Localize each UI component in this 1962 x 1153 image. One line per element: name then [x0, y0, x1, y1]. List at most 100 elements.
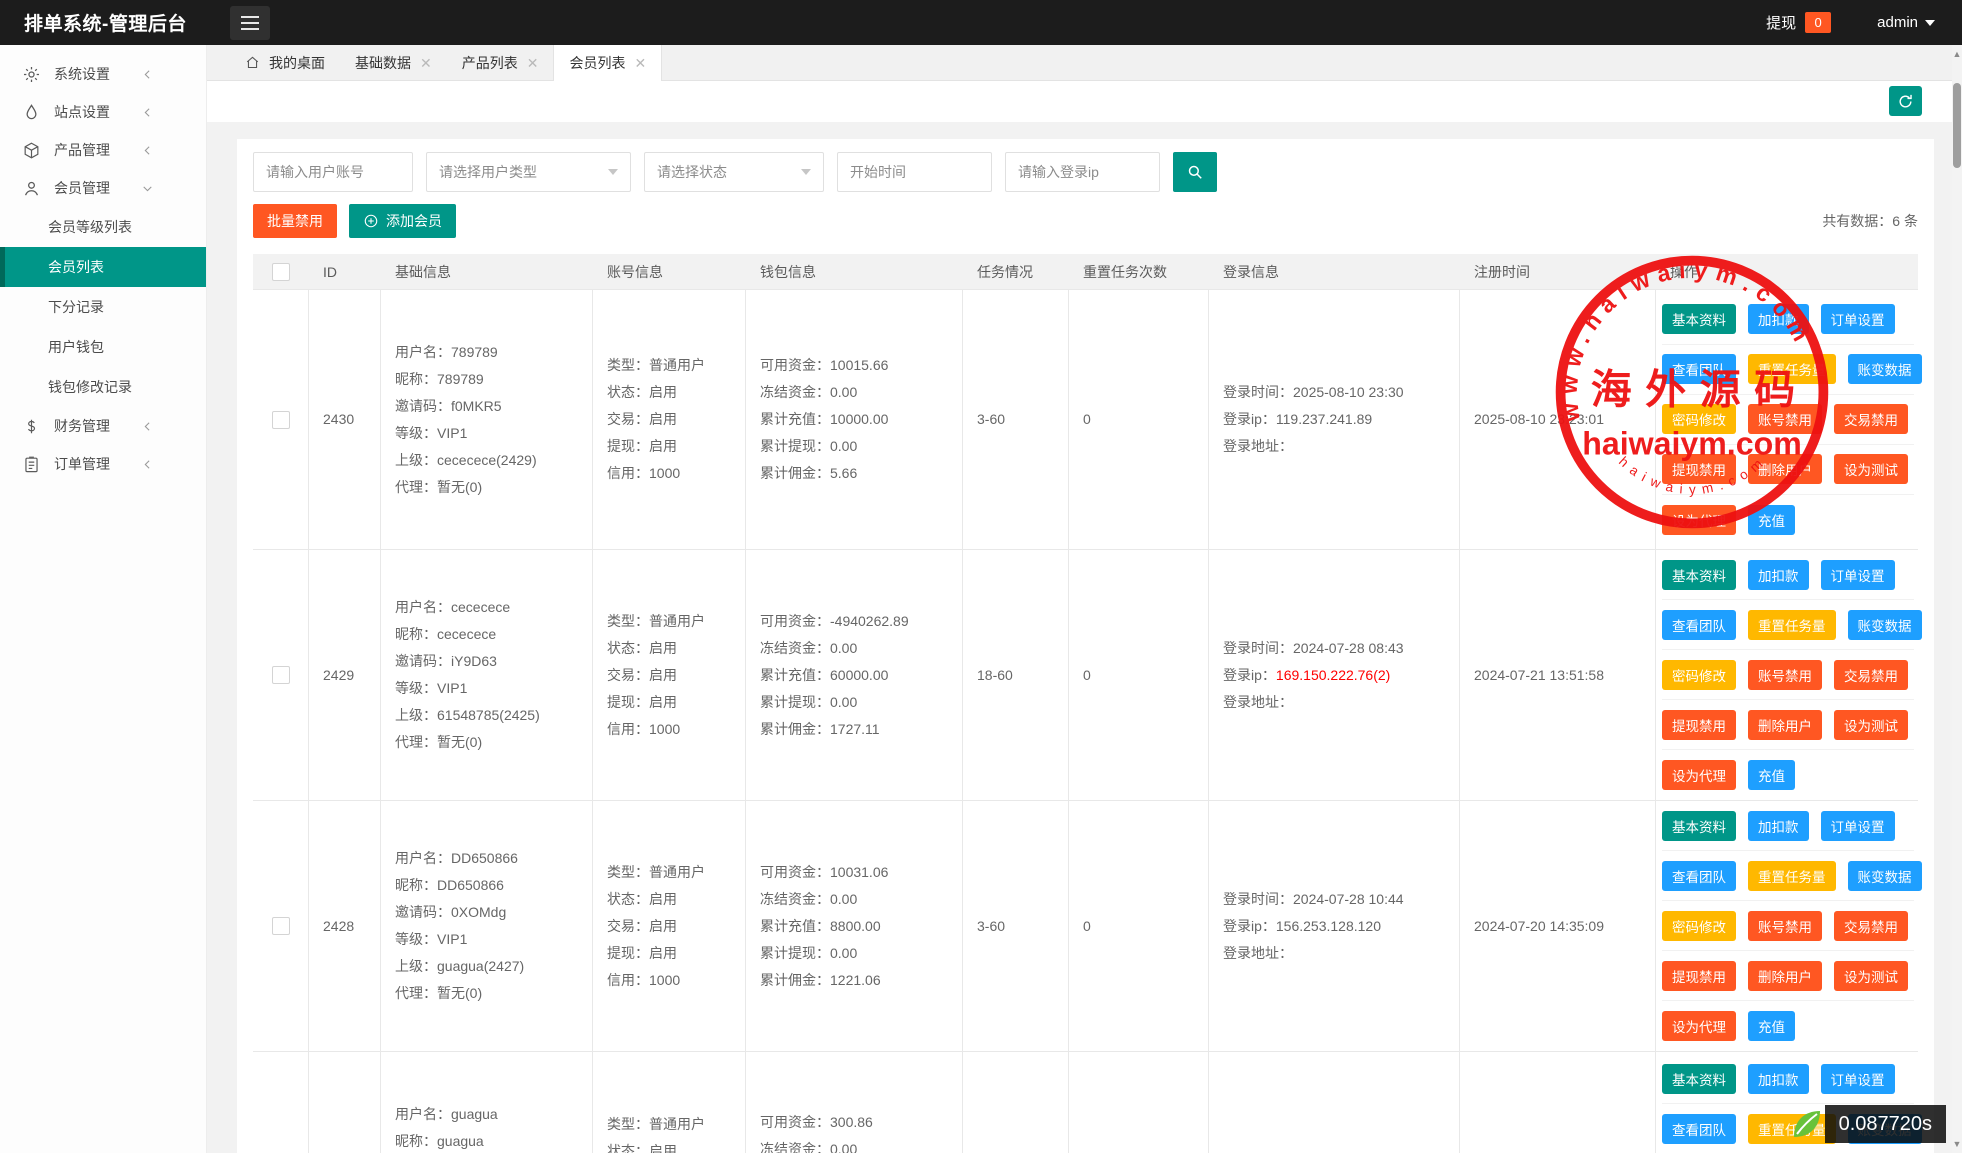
status-select[interactable]: 请选择状态 [644, 152, 824, 192]
reset-tasks-button[interactable]: 重置任务量 [1748, 861, 1836, 891]
set-agent-button[interactable]: 设为代理 [1662, 1011, 1736, 1041]
login-ip-input[interactable]: 请输入登录ip [1005, 152, 1160, 192]
disable-trade-button[interactable]: 交易禁用 [1834, 404, 1908, 434]
recharge-button[interactable]: 充值 [1748, 1011, 1795, 1041]
search-button[interactable] [1173, 152, 1217, 192]
order-setup-button[interactable]: 订单设置 [1821, 811, 1895, 841]
change-password-button[interactable]: 密码修改 [1662, 404, 1736, 434]
withdraw-menu[interactable]: 提现 0 [1766, 12, 1831, 33]
row-actions-cell: 基本资料加扣款订单设置查看团队重置任务量账变数据密码修改账号禁用交易禁用提现禁用… [1656, 550, 1918, 800]
sidebar-item-member-management[interactable]: 会员管理 [0, 169, 206, 207]
close-icon[interactable]: ✕ [634, 56, 646, 70]
task-status-cell-line: 3-60 [977, 406, 1054, 433]
disable-withdraw-button[interactable]: 提现禁用 [1662, 961, 1736, 991]
account-changes-button[interactable]: 账变数据 [1848, 354, 1922, 384]
basic-info-cell-line: 昵称：789789 [395, 366, 578, 393]
set-test-button[interactable]: 设为测试 [1834, 454, 1908, 484]
basic-profile-button[interactable]: 基本资料 [1662, 560, 1736, 590]
hamburger-menu-icon[interactable] [230, 6, 270, 40]
disable-trade-button[interactable]: 交易禁用 [1834, 660, 1908, 690]
user-type-select[interactable]: 请选择用户类型 [426, 152, 631, 192]
add-deduction-button[interactable]: 加扣款 [1748, 560, 1809, 590]
reset-tasks-button[interactable]: 重置任务量 [1748, 354, 1836, 384]
tab-product-list[interactable]: 产品列表✕ [447, 45, 554, 80]
tab-member-list[interactable]: 会员列表✕ [553, 45, 662, 81]
row-checkbox[interactable] [272, 917, 290, 935]
view-team-button[interactable]: 查看团队 [1662, 1114, 1736, 1144]
row-checkbox[interactable] [272, 666, 290, 684]
action-button-row: 密码修改账号禁用交易禁用 [1662, 395, 1914, 445]
tab-basic-data[interactable]: 基础数据✕ [340, 45, 447, 80]
set-test-button[interactable]: 设为测试 [1834, 710, 1908, 740]
order-setup-button[interactable]: 订单设置 [1821, 1064, 1895, 1094]
disable-account-button[interactable]: 账号禁用 [1748, 660, 1822, 690]
close-icon[interactable]: ✕ [527, 56, 539, 70]
refresh-button[interactable] [1889, 86, 1922, 116]
order-setup-button[interactable]: 订单设置 [1821, 560, 1895, 590]
batch-disable-button[interactable]: 批量禁用 [253, 204, 337, 238]
recharge-button[interactable]: 充值 [1748, 760, 1795, 790]
leaf-icon[interactable] [1789, 1106, 1825, 1142]
column-header: 基础信息 [381, 254, 593, 289]
wallet-info-cell-line: 冻结资金：0.00 [760, 379, 948, 406]
view-team-button[interactable]: 查看团队 [1662, 861, 1736, 891]
vertical-scrollbar[interactable]: ▲ ▼ [1952, 45, 1962, 1153]
scroll-up-icon[interactable]: ▲ [1952, 47, 1962, 61]
member-list-card: 请输入用户账号请选择用户类型请选择状态开始时间请输入登录ip 批量禁用 添加会员… [237, 139, 1934, 1153]
add-deduction-button[interactable]: 加扣款 [1748, 811, 1809, 841]
sidebar-item-system-settings[interactable]: 系统设置 [0, 55, 206, 93]
view-team-button[interactable]: 查看团队 [1662, 610, 1736, 640]
delete-user-button[interactable]: 删除用户 [1748, 454, 1822, 484]
user-account-input[interactable]: 请输入用户账号 [253, 152, 413, 192]
basic-profile-button[interactable]: 基本资料 [1662, 811, 1736, 841]
basic-profile-button[interactable]: 基本资料 [1662, 304, 1736, 334]
reset-count-cell-line: 0 [1083, 662, 1194, 689]
sidebar-subitem-downscore-records[interactable]: 下分记录 [0, 287, 206, 327]
sidebar-subitem-member-level-list[interactable]: 会员等级列表 [0, 207, 206, 247]
disable-trade-button[interactable]: 交易禁用 [1834, 911, 1908, 941]
sidebar-item-product-management[interactable]: 产品管理 [0, 131, 206, 169]
view-team-button[interactable]: 查看团队 [1662, 354, 1736, 384]
reset-tasks-button[interactable]: 重置任务量 [1748, 610, 1836, 640]
delete-user-button[interactable]: 删除用户 [1748, 961, 1822, 991]
sidebar-item-order-management[interactable]: 订单管理 [0, 445, 206, 483]
sidebar-subitem-user-wallet[interactable]: 用户钱包 [0, 327, 206, 367]
account-info-cell-line: 信用：1000 [607, 460, 731, 487]
close-icon[interactable]: ✕ [420, 56, 432, 70]
basic-profile-button[interactable]: 基本资料 [1662, 1064, 1736, 1094]
add-deduction-button[interactable]: 加扣款 [1748, 304, 1809, 334]
start-time-input[interactable]: 开始时间 [837, 152, 992, 192]
sidebar-subitem-wallet-change-records[interactable]: 钱包修改记录 [0, 367, 206, 407]
scroll-down-icon[interactable]: ▼ [1952, 1137, 1962, 1151]
chevron-left-icon [141, 68, 154, 81]
disable-withdraw-button[interactable]: 提现禁用 [1662, 454, 1736, 484]
admin-user-menu[interactable]: admin [1877, 14, 1935, 31]
select-all-checkbox[interactable] [272, 263, 290, 281]
account-changes-button[interactable]: 账变数据 [1848, 861, 1922, 891]
account-changes-button[interactable]: 账变数据 [1848, 610, 1922, 640]
sidebar-item-site-settings[interactable]: 站点设置 [0, 93, 206, 131]
disable-withdraw-button[interactable]: 提现禁用 [1662, 710, 1736, 740]
change-password-button[interactable]: 密码修改 [1662, 660, 1736, 690]
delete-user-button[interactable]: 删除用户 [1748, 710, 1822, 740]
action-button-row: 提现禁用删除用户设为测试 [1662, 700, 1914, 750]
sidebar-subitem-label: 钱包修改记录 [48, 377, 132, 397]
debug-timer-badge: 0.087720s [1789, 1105, 1946, 1143]
sidebar-item-finance-management[interactable]: 财务管理 [0, 407, 206, 445]
sidebar-subitem-member-list[interactable]: 会员列表 [0, 247, 206, 287]
recharge-button[interactable]: 充值 [1748, 505, 1795, 535]
column-header-label: 账号信息 [607, 262, 663, 282]
disable-account-button[interactable]: 账号禁用 [1748, 911, 1822, 941]
set-test-button[interactable]: 设为测试 [1834, 961, 1908, 991]
disable-account-button[interactable]: 账号禁用 [1748, 404, 1822, 434]
row-checkbox[interactable] [272, 411, 290, 429]
add-deduction-button[interactable]: 加扣款 [1748, 1064, 1809, 1094]
set-agent-button[interactable]: 设为代理 [1662, 505, 1736, 535]
order-setup-button[interactable]: 订单设置 [1821, 304, 1895, 334]
change-password-button[interactable]: 密码修改 [1662, 911, 1736, 941]
scrollbar-thumb[interactable] [1953, 83, 1961, 168]
app-window: 排单系统-管理后台 提现 0 admin 系统设置站点设置产品管理会员管理会员等… [0, 0, 1962, 1153]
set-agent-button[interactable]: 设为代理 [1662, 760, 1736, 790]
tab-my-desktop[interactable]: 我的桌面 [230, 45, 340, 80]
add-member-button[interactable]: 添加会员 [349, 204, 456, 238]
